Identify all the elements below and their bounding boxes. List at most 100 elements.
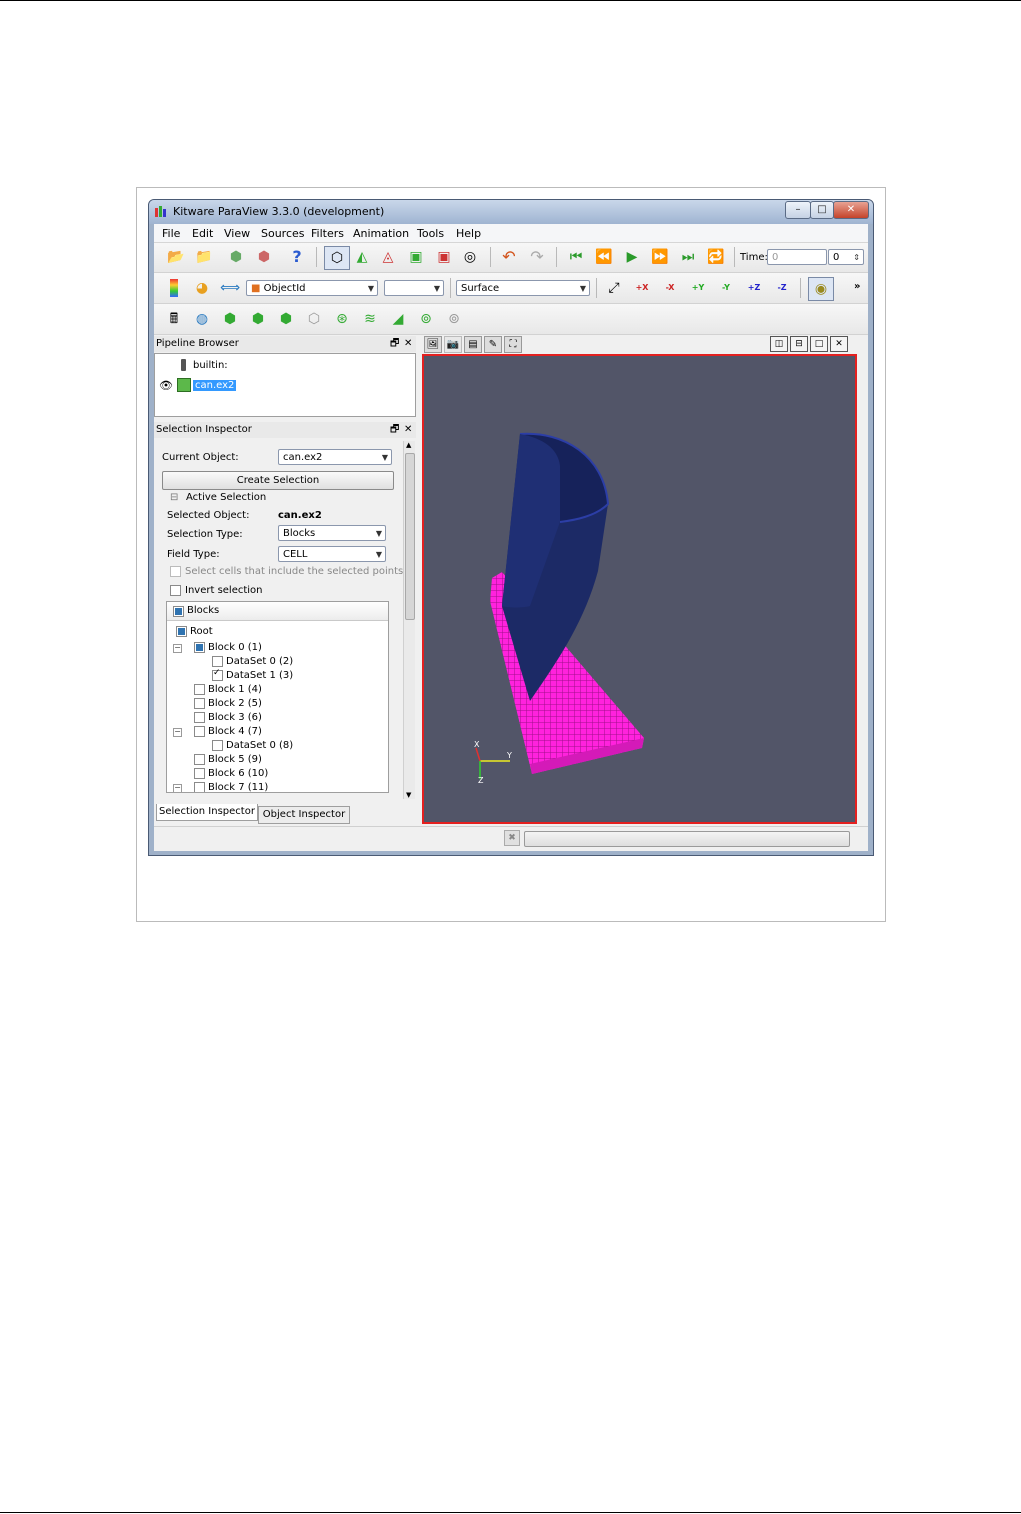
save-state-icon[interactable]: ⬢: [226, 247, 246, 267]
view-minus-x-icon[interactable]: -X: [660, 278, 680, 298]
tree-row-checkbox[interactable]: [212, 740, 223, 751]
menu-file[interactable]: File: [162, 227, 180, 240]
select-block-icon[interactable]: ◎: [460, 247, 480, 267]
close-view-icon[interactable]: ✕: [830, 336, 848, 352]
tree-row-checkbox[interactable]: [194, 768, 205, 779]
threshold-icon[interactable]: ⬢: [276, 309, 296, 329]
maximize-button[interactable]: □: [810, 201, 834, 219]
collapse-icon[interactable]: −: [173, 728, 182, 737]
help-icon[interactable]: ?: [287, 247, 307, 267]
open-icon[interactable]: 📂: [166, 247, 186, 267]
close-button[interactable]: ✕: [833, 201, 869, 219]
title-bar[interactable]: Kitware ParaView 3.3.0 (development) – □…: [149, 200, 873, 224]
select-frustum-points-icon[interactable]: ▣: [434, 247, 454, 267]
view-plus-y-icon[interactable]: +Y: [688, 278, 708, 298]
pipeline-item-builtin[interactable]: builtin:: [193, 360, 228, 371]
tree-row-checkbox[interactable]: [212, 668, 223, 681]
select-cells-points-checkbox[interactable]: [170, 566, 181, 577]
field-type-combo[interactable]: CELL ▼: [278, 546, 386, 562]
menu-help[interactable]: Help: [456, 227, 481, 240]
tree-row-block-4[interactable]: Block 4 (7): [208, 726, 262, 737]
tree-row-dataset-0-b[interactable]: DataSet 0 (8): [226, 740, 293, 751]
stream-tracer-icon[interactable]: ≋: [360, 309, 380, 329]
rescale-range-icon[interactable]: ⟺: [220, 278, 240, 298]
tree-row-dataset-0[interactable]: DataSet 0 (2): [226, 656, 293, 667]
undock-icon[interactable]: 🗗: [390, 336, 399, 352]
glyph-icon[interactable]: ⊛: [332, 309, 352, 329]
tree-row-checkbox[interactable]: [212, 656, 223, 667]
collapse-icon[interactable]: −: [173, 644, 182, 653]
maximize-view-icon[interactable]: □: [810, 336, 828, 352]
create-selection-button[interactable]: Create Selection: [162, 471, 394, 490]
center-axes-icon[interactable]: ◉: [808, 277, 834, 301]
abort-icon[interactable]: ✖: [504, 830, 520, 846]
view-plus-x-icon[interactable]: +X: [632, 278, 652, 298]
component-combo[interactable]: ▼: [384, 280, 444, 296]
render-view[interactable]: X Y Z: [422, 354, 857, 824]
selection-inspector-title[interactable]: Selection Inspector 🗗 ✕: [154, 422, 416, 438]
first-frame-icon[interactable]: ⏮: [566, 247, 586, 267]
collapse-icon[interactable]: ⊟: [170, 492, 178, 503]
reset-camera-icon[interactable]: ⤢: [604, 278, 624, 298]
view-capture-icon[interactable]: 🖼: [424, 336, 442, 353]
time-value-field[interactable]: 0: [767, 249, 827, 265]
tree-row-block-6[interactable]: Block 6 (10): [208, 768, 268, 779]
tree-row-checkbox[interactable]: [194, 726, 205, 737]
color-by-combo[interactable]: ■ ObjectId ▼: [246, 280, 378, 296]
tree-row-root[interactable]: Root: [190, 626, 213, 637]
invert-selection-checkbox[interactable]: [170, 585, 181, 596]
close-icon[interactable]: ✕: [404, 422, 412, 438]
scroll-down-icon[interactable]: ▼: [406, 791, 411, 799]
next-frame-icon[interactable]: ⏩: [650, 247, 670, 267]
split-vertical-icon[interactable]: ⊟: [790, 336, 808, 352]
menu-filters[interactable]: Filters: [311, 227, 344, 240]
tree-row-checkbox[interactable]: [194, 698, 205, 709]
pipeline-browser-title[interactable]: Pipeline Browser 🗗 ✕: [154, 336, 416, 352]
tree-row-block-5[interactable]: Block 5 (9): [208, 754, 262, 765]
tree-row-dataset-1[interactable]: DataSet 1 (3): [226, 670, 293, 681]
time-index-spinbox[interactable]: 0 ⇕: [828, 249, 864, 265]
redo-icon[interactable]: ↷: [527, 247, 547, 267]
tree-row-block-7[interactable]: Block 7 (11): [208, 782, 268, 792]
select-frustum-cells-icon[interactable]: ▣: [406, 247, 426, 267]
menu-edit[interactable]: Edit: [192, 227, 213, 240]
view-selection-icon[interactable]: ⛶: [504, 336, 522, 353]
close-icon[interactable]: ✕: [404, 336, 412, 352]
undock-icon[interactable]: 🗗: [390, 422, 399, 438]
tree-row-block-0[interactable]: Block 0 (1): [208, 642, 262, 653]
representation-combo[interactable]: Surface ▼: [456, 280, 590, 296]
view-plus-z-icon[interactable]: +Z: [744, 278, 764, 298]
tree-row-checkbox[interactable]: [194, 712, 205, 723]
interact-icon[interactable]: ⬡: [324, 246, 350, 270]
inspector-scrollbar[interactable]: ▲ ▼: [403, 441, 415, 799]
view-camera-icon[interactable]: 📷: [444, 336, 462, 353]
visibility-eye-icon[interactable]: 👁: [159, 379, 173, 392]
minimize-button[interactable]: –: [785, 201, 811, 219]
tree-row-checkbox[interactable]: [194, 642, 205, 653]
tree-row-checkbox[interactable]: [194, 684, 205, 695]
menu-view[interactable]: View: [224, 227, 250, 240]
undo-icon[interactable]: ↶: [499, 247, 519, 267]
toolbar-overflow-icon[interactable]: »: [854, 281, 860, 292]
contour-icon[interactable]: ◍: [192, 309, 212, 329]
tree-row-checkbox[interactable]: [194, 754, 205, 765]
current-object-combo[interactable]: can.ex2 ▼: [278, 449, 392, 465]
clip-icon[interactable]: ⬢: [220, 309, 240, 329]
tree-row-block-1[interactable]: Block 1 (4): [208, 684, 262, 695]
slice-icon[interactable]: ⬢: [248, 309, 268, 329]
group-datasets-icon[interactable]: ⊚: [416, 309, 436, 329]
tab-selection-inspector[interactable]: Selection Inspector: [156, 804, 258, 821]
extract-level-icon[interactable]: ⊚: [444, 309, 464, 329]
tree-row-block-3[interactable]: Block 3 (6): [208, 712, 262, 723]
scrollbar-thumb[interactable]: [405, 453, 415, 620]
last-frame-icon[interactable]: ⏭: [678, 247, 698, 267]
pipeline-item-can-ex2[interactable]: can.ex2: [193, 380, 237, 391]
previous-frame-icon[interactable]: ⏪: [594, 247, 614, 267]
collapse-icon[interactable]: −: [173, 784, 182, 792]
split-horizontal-icon[interactable]: ◫: [770, 336, 788, 352]
tab-object-inspector[interactable]: Object Inspector: [258, 806, 350, 824]
menu-sources[interactable]: Sources: [261, 227, 305, 240]
tree-row-block-2[interactable]: Block 2 (5): [208, 698, 262, 709]
spin-arrows-icon[interactable]: ⇕: [853, 250, 860, 266]
view-minus-y-icon[interactable]: -Y: [716, 278, 736, 298]
